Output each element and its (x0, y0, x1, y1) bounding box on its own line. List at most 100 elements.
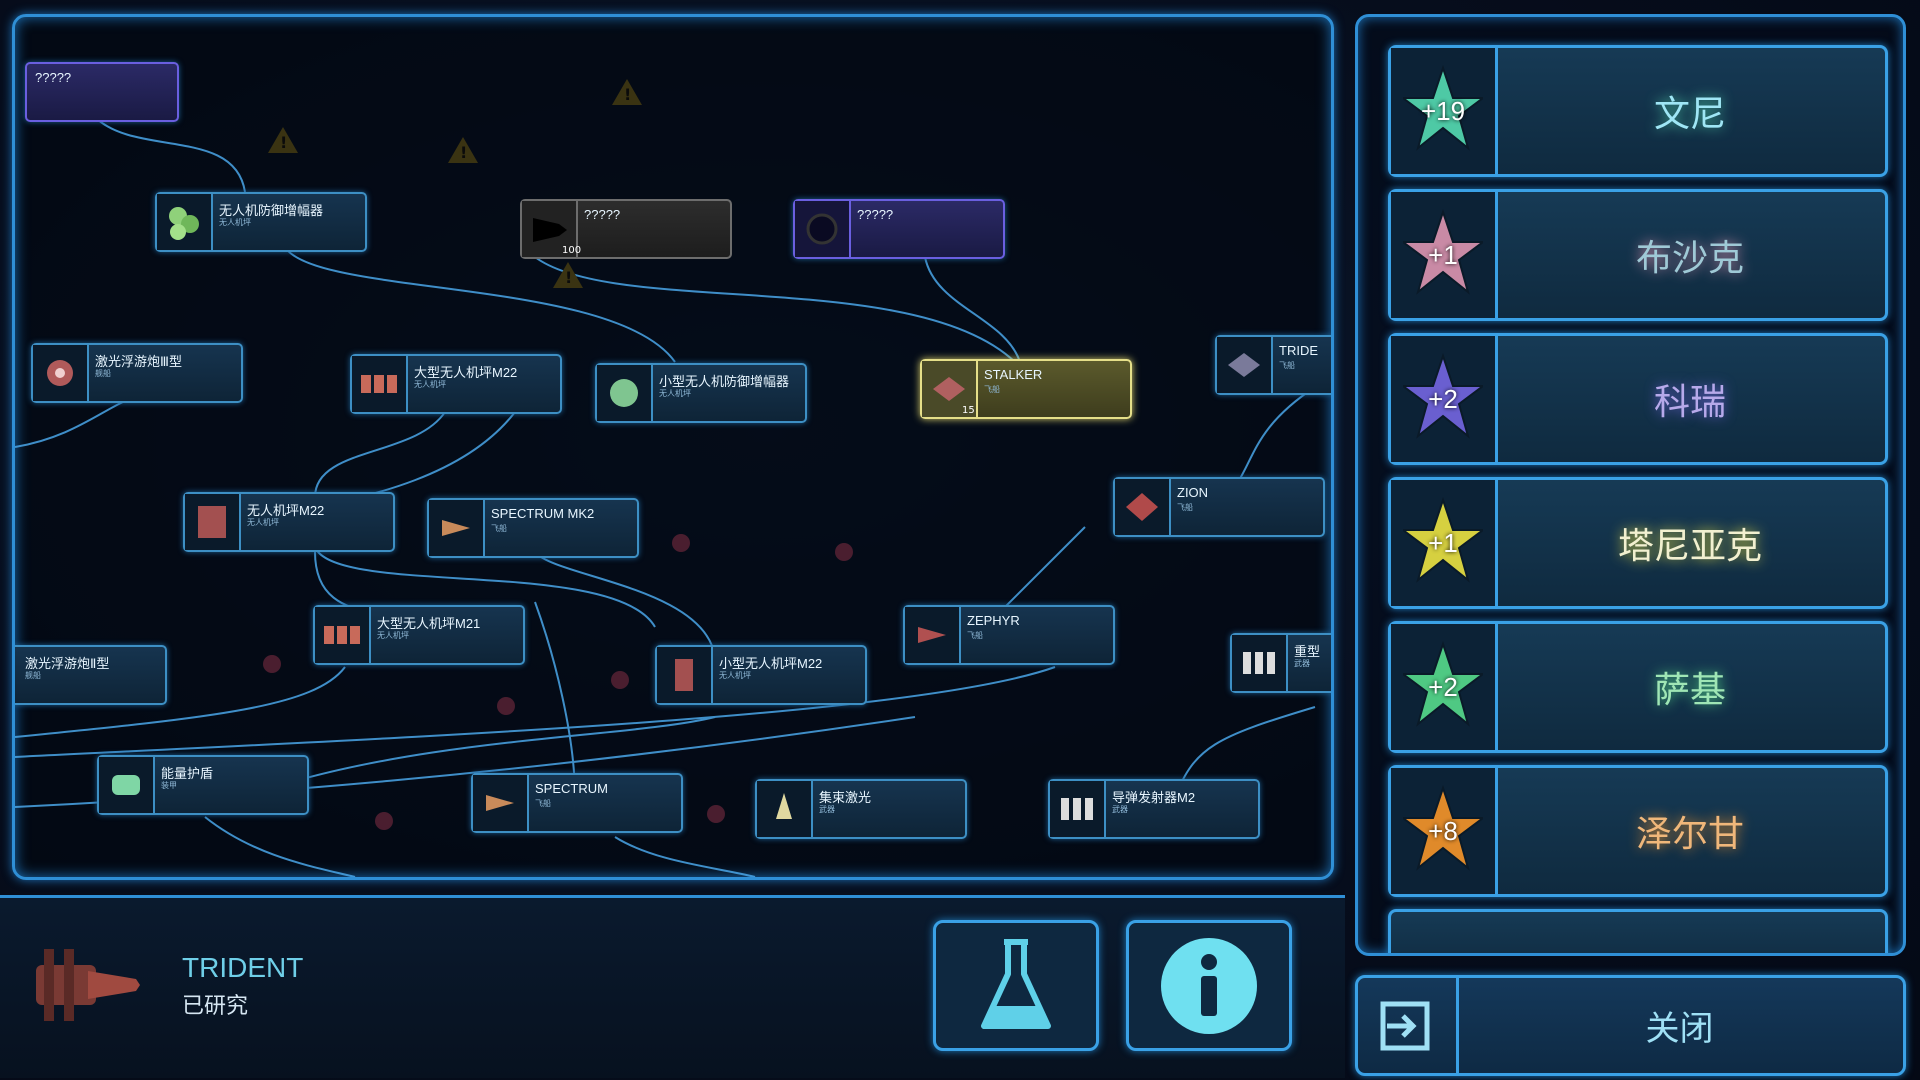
drone-bay-icon (657, 647, 713, 703)
tech-node-small-drone-bay-m22[interactable]: 小型无人机坪M22 无人机坪 (655, 645, 867, 705)
tech-node-heavy-weapon[interactable]: 重型 武器 (1230, 633, 1331, 693)
tech-node-zephyr[interactable]: ZEPHYR 飞船 (903, 605, 1115, 665)
tech-node-drone-bay-m22[interactable]: 无人机坪M22 无人机坪 (183, 492, 395, 552)
tech-node-spectrum-mk2[interactable]: SPECTRUM MK2 飞船 (427, 498, 639, 558)
tech-tree-panel[interactable]: ????? 无人机防御增幅器 无人机坪 100 ????? ????? 激光浮游… (12, 14, 1334, 880)
ship-icon (429, 500, 485, 556)
tech-node-zion[interactable]: ZION 飞船 (1113, 477, 1325, 537)
tech-node-category: 武器 (819, 805, 835, 814)
planet-marker (497, 697, 515, 715)
tech-node-laser-turret-3[interactable]: 激光浮游炮Ⅲ型 舰船 (31, 343, 243, 403)
faction-row[interactable]: +19 文尼 (1388, 45, 1888, 177)
tech-node-cluster-laser[interactable]: 集束激光 武器 (755, 779, 967, 839)
laser-turret-icon (33, 345, 89, 401)
faction-reputation-value: +1 (1428, 239, 1458, 270)
faction-row[interactable]: +2 萨基 (1388, 621, 1888, 753)
info-button[interactable] (1126, 920, 1292, 1051)
drone-bay-icon (315, 607, 371, 663)
launcher-icon (1050, 781, 1106, 837)
faction-star-badge: +2 (1391, 336, 1498, 462)
selected-item-name: TRIDENT (182, 952, 304, 983)
tech-node-unknown[interactable]: ????? (25, 62, 179, 122)
faction-reputation-panel[interactable]: +19 文尼 +1 布沙克 +2 科瑞 +1 塔尼亚克 +2 萨基 +8 泽尔甘 (1355, 14, 1906, 956)
tech-node-name: ZION (1177, 485, 1209, 500)
faction-row[interactable]: +2 科瑞 (1388, 333, 1888, 465)
tech-node-name: SPECTRUM MK2 (491, 506, 595, 521)
faction-reputation-value: +8 (1428, 815, 1458, 846)
warning-icon (553, 262, 583, 288)
faction-reputation-value: +2 (1428, 671, 1458, 702)
drone-shield-icon (597, 365, 653, 421)
tech-node-category: 武器 (1294, 659, 1310, 668)
close-button[interactable]: 关闭 (1355, 975, 1906, 1076)
ship-icon (905, 607, 961, 663)
tech-node-unknown-locked[interactable]: 100 ????? (520, 199, 732, 259)
warning-icon (448, 137, 478, 163)
faction-star-badge: +8 (1391, 768, 1498, 894)
faction-star-badge: +1 (1391, 192, 1498, 318)
tech-node-small-drone-defense-amplifier[interactable]: 小型无人机防御增幅器 无人机坪 (595, 363, 807, 423)
tech-node-trident[interactable]: TRIDE 飞船 (1215, 335, 1331, 395)
tech-node-large-drone-bay-m21[interactable]: 大型无人机坪M21 无人机坪 (313, 605, 525, 665)
tech-node-category: 无人机坪 (219, 218, 251, 227)
tech-node-category: 无人机坪 (414, 380, 446, 389)
laser-icon (757, 781, 813, 837)
tech-node-category: 飞船 (535, 799, 551, 808)
tech-node-name: ????? (584, 207, 621, 222)
tech-node-category: 武器 (1112, 805, 1128, 814)
exit-icon (1358, 978, 1459, 1073)
tech-tree-links (15, 116, 1316, 877)
drone-bay-icon (352, 356, 408, 412)
launcher-icon (1232, 635, 1288, 691)
tech-node-energy-shield[interactable]: 能量护盾 装甲 (97, 755, 309, 815)
planet-marker (707, 805, 725, 823)
faction-name: 萨基 (1653, 670, 1726, 711)
ship-icon (473, 775, 529, 831)
tech-node-name: SPECTRUM (535, 781, 608, 796)
flask-icon (981, 938, 1051, 1029)
tech-node-drone-defense-amplifier[interactable]: 无人机防御增幅器 无人机坪 (155, 192, 367, 252)
faction-name: 塔尼亚克 (1617, 526, 1762, 567)
ship-icon (1115, 479, 1171, 535)
warning-icon (268, 127, 298, 153)
tech-node-large-drone-bay-m22[interactable]: 大型无人机坪M22 无人机坪 (350, 354, 562, 414)
tech-node-count: 15 (962, 405, 975, 416)
close-button-label: 关闭 (1645, 1009, 1714, 1049)
faction-name: 科瑞 (1653, 382, 1726, 423)
faction-name: 文尼 (1653, 94, 1726, 135)
tech-node-category: 无人机坪 (719, 671, 751, 680)
tech-node-category: 装甲 (161, 781, 177, 790)
tech-node-missile-launcher-m2[interactable]: 导弹发射器M2 武器 (1048, 779, 1260, 839)
tech-node-spectrum[interactable]: SPECTRUM 飞船 (471, 773, 683, 833)
faction-row[interactable]: +8 泽尔甘 (1388, 765, 1888, 897)
shield-icon (99, 757, 155, 813)
tech-node-laser-turret-2[interactable]: 激光浮游炮Ⅱ型 舰船 (15, 645, 167, 705)
tech-node-name: STALKER (984, 367, 1043, 382)
tech-node-category: 舰船 (95, 369, 111, 378)
tech-node-name: TRIDE (1279, 343, 1318, 358)
info-icon (1161, 937, 1257, 1034)
planet-marker (375, 812, 393, 830)
selected-item-status: 已研究 (182, 994, 249, 1019)
tech-node-category: 飞船 (967, 631, 983, 640)
faction-reputation-value: +2 (1428, 383, 1458, 414)
faction-star-badge: +19 (1391, 48, 1498, 174)
gear-silhouette-icon (795, 201, 851, 257)
research-button[interactable] (933, 920, 1099, 1051)
planet-marker (672, 534, 690, 552)
faction-row[interactable]: +1 塔尼亚克 (1388, 477, 1888, 609)
tech-node-category: 飞船 (491, 524, 507, 533)
trident-ship-icon (36, 949, 140, 1021)
faction-name: 泽尔甘 (1635, 814, 1744, 855)
planet-marker (611, 671, 629, 689)
faction-row-partial[interactable] (1388, 909, 1888, 953)
ship-icon (1217, 337, 1273, 393)
drone-bay-icon (185, 494, 241, 550)
tech-node-category: 舰船 (25, 671, 41, 680)
faction-row[interactable]: +1 布沙克 (1388, 189, 1888, 321)
faction-reputation-value: +19 (1420, 95, 1466, 126)
tech-node-stalker[interactable]: 15 STALKER 飞船 (920, 359, 1132, 419)
tech-node-unknown-purple[interactable]: ????? (793, 199, 1005, 259)
tech-node-category: 飞船 (1279, 361, 1295, 370)
faction-reputation-value: +1 (1428, 527, 1458, 558)
